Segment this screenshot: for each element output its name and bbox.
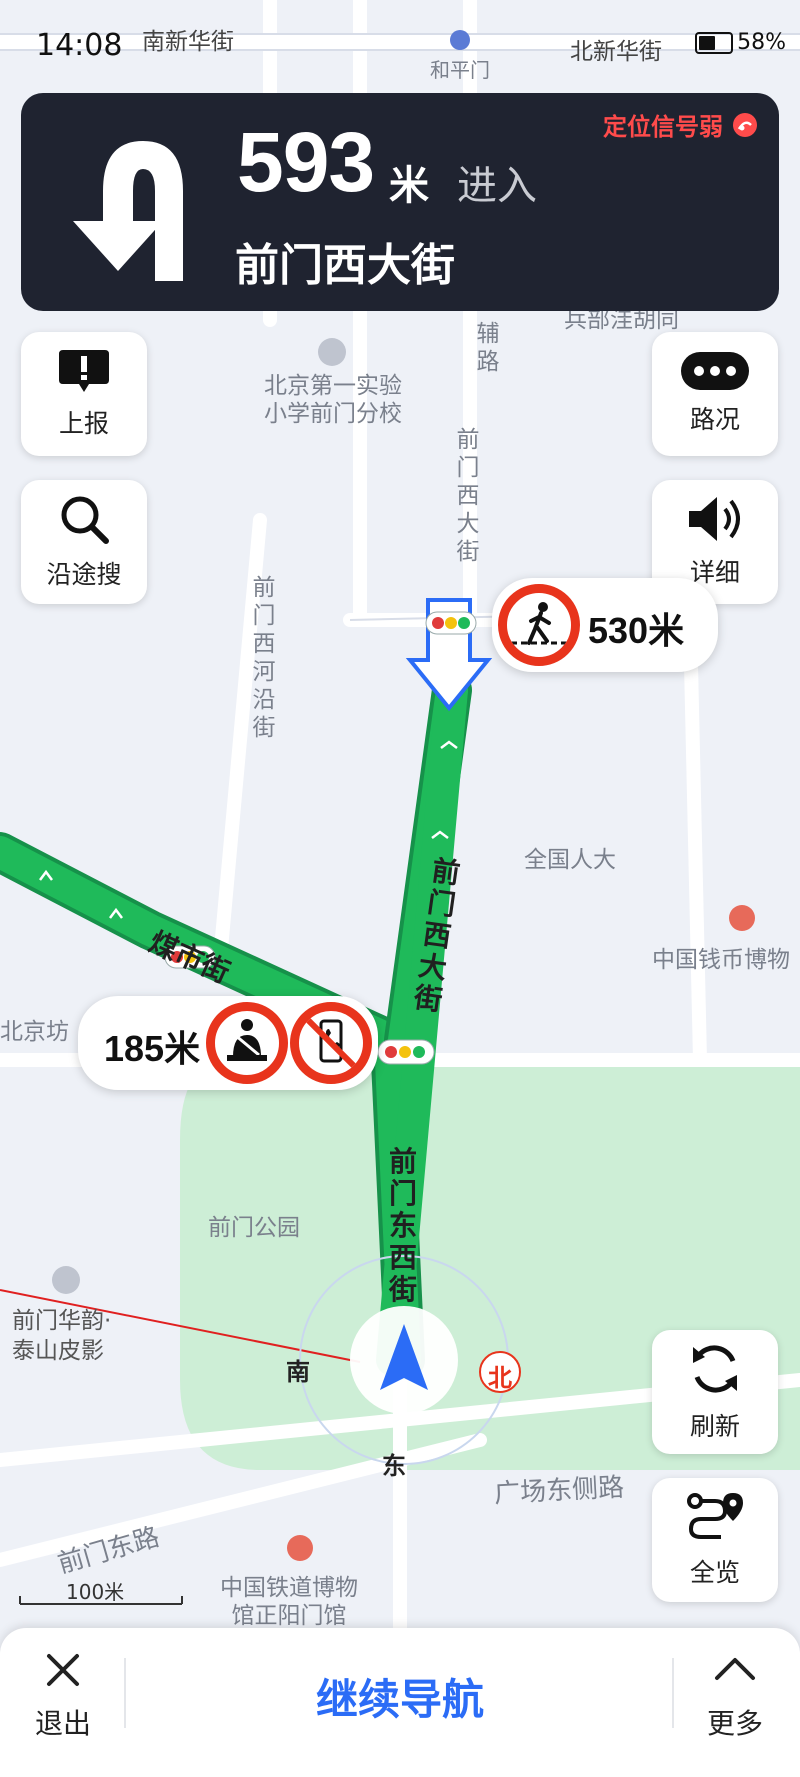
overview-label: 全览	[689, 1558, 740, 1587]
refresh-button[interactable]: 刷新	[652, 1330, 778, 1454]
battery-fill	[699, 35, 716, 50]
museum-poi-icon	[729, 905, 755, 931]
battery-percent: 58%	[737, 30, 786, 55]
battery-icon	[695, 31, 734, 54]
map-label-shadow-play: 前门华韵· 泰山皮影	[12, 1308, 112, 1364]
ahead-callout-distance: 530米	[588, 610, 685, 651]
map-label-guangchang-east: 广场东侧路	[493, 1472, 625, 1510]
gps-status-text: 定位信号弱	[603, 113, 723, 141]
exit-button[interactable]: 退出	[30, 1650, 96, 1742]
status-time: 14:08	[36, 28, 123, 63]
turn-distance-unit: 米	[389, 163, 429, 209]
turn-distance: 593	[237, 115, 375, 209]
divider	[124, 1658, 126, 1728]
map-label-money-museum: 中国钱币博物	[652, 947, 790, 973]
navigation-instruction-card[interactable]: 593 米 进入 前门西大街 定位信号弱	[21, 93, 779, 311]
camera-callout-behind[interactable]: 185米	[78, 996, 378, 1090]
map-label-qianmen-xihe: 前门西河沿街	[252, 575, 276, 741]
seatbelt-icon	[206, 1002, 288, 1084]
museum-poi-icon	[287, 1535, 313, 1561]
refresh-label: 刷新	[689, 1412, 740, 1441]
no-phone-icon	[290, 1002, 372, 1084]
turn-action: 进入	[457, 163, 537, 209]
no-pedestrian-icon	[498, 584, 580, 666]
traffic-button[interactable]: 路况	[652, 332, 778, 456]
chevron-up-icon	[715, 1658, 755, 1680]
map-label-peoples-congress: 全国人大	[524, 847, 616, 873]
compass-south: 南	[286, 1358, 310, 1386]
traffic-light-icon	[425, 611, 477, 635]
scale-label: 100米	[66, 1580, 125, 1604]
traffic-light-icon	[377, 1039, 435, 1065]
report-button[interactable]: 上报	[21, 332, 147, 456]
report-label: 上报	[58, 409, 109, 438]
u-turn-left-icon	[73, 141, 183, 281]
route-label-qianmen-east: 前门东西街	[388, 1145, 417, 1306]
map-label-railway-museum: 中国铁道博物 馆正阳门馆	[220, 1575, 358, 1629]
map-label-qianmen-west-small: 前门西大街	[456, 427, 480, 565]
search-along-route-button[interactable]: 沿途搜	[21, 480, 147, 604]
traffic-label: 路况	[689, 405, 740, 434]
search-along-route-label: 沿途搜	[46, 560, 122, 589]
theater-poi-icon	[52, 1266, 80, 1294]
gps-status: 定位信号弱	[603, 107, 759, 142]
close-icon	[47, 1654, 79, 1686]
map-label-beijingfang: 北京坊	[0, 1019, 69, 1045]
speaker-icon	[689, 497, 740, 541]
search-icon	[61, 496, 109, 544]
more-button[interactable]: 更多	[700, 1650, 770, 1742]
next-street-name: 前门西大街	[235, 240, 455, 291]
more-dots-icon	[681, 352, 749, 390]
overview-button[interactable]: 全览	[652, 1478, 778, 1602]
more-label: 更多	[706, 1707, 763, 1740]
compass-east: 东	[382, 1452, 406, 1480]
refresh-icon	[693, 1345, 737, 1393]
battery-indicator: 58%	[695, 30, 786, 55]
continue-navigation-button[interactable]: 继续导航	[260, 1666, 540, 1727]
weak-signal-icon	[733, 112, 757, 137]
map-label-fulu: 辅路	[476, 321, 500, 375]
route-overview-icon	[687, 1493, 743, 1539]
bottom-action-bar: 退出 继续导航 更多	[0, 1628, 800, 1777]
map-label-school: 北京第一实验 小学前门分校	[264, 373, 402, 427]
compass-north: 北	[488, 1364, 512, 1392]
school-poi-icon	[318, 338, 346, 366]
report-icon	[59, 350, 109, 392]
status-bar: 14:08 58%	[0, 20, 800, 70]
behind-callout-distance: 185米	[104, 1028, 201, 1069]
map-label-park: 前门公园	[208, 1215, 300, 1241]
divider	[672, 1658, 674, 1728]
camera-callout-ahead[interactable]: 530米	[492, 578, 718, 672]
exit-label: 退出	[34, 1707, 91, 1740]
